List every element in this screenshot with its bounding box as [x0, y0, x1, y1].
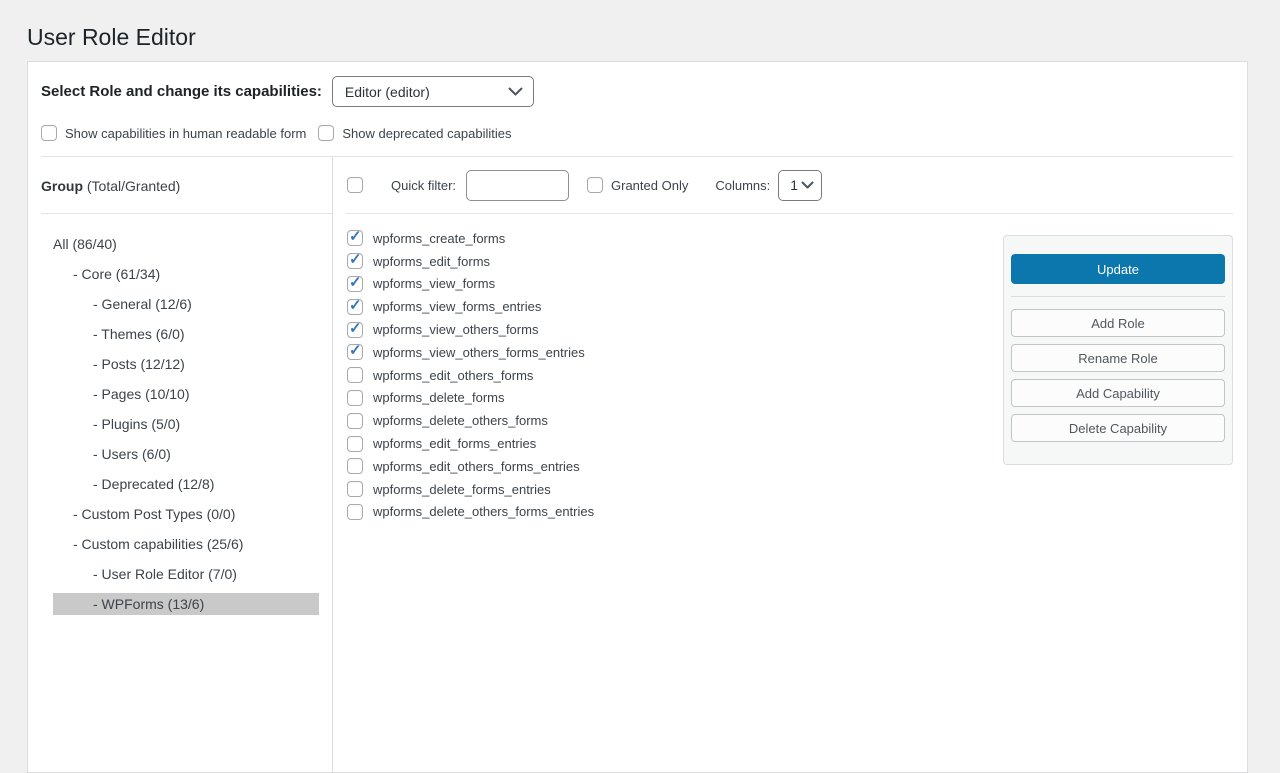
show-deprecated-label[interactable]: Show deprecated capabilities [342, 126, 511, 141]
show-human-readable-checkbox[interactable] [41, 125, 57, 141]
page-title: User Role Editor [0, 0, 1280, 61]
group-tree-item-label: - WPForms (13/6) [93, 596, 204, 612]
capability-checkbox[interactable] [347, 390, 363, 406]
group-tree-item[interactable]: - Core (61/34) [53, 259, 319, 289]
group-tree-item[interactable]: All (86/40) [53, 229, 319, 259]
group-tree-item[interactable]: - General (12/6) [53, 289, 319, 319]
granted-only-label[interactable]: Granted Only [611, 178, 688, 193]
select-role-label: Select Role and change its capabilities: [41, 83, 322, 100]
chevron-down-icon [801, 181, 814, 189]
show-human-readable-label[interactable]: Show capabilities in human readable form [65, 126, 306, 141]
actions-divider [1011, 296, 1225, 297]
columns-label: Columns: [715, 178, 770, 193]
capability-label[interactable]: wpforms_delete_others_forms [373, 413, 548, 428]
group-tree: All (86/40) - Core (61/34) - General (12… [28, 214, 332, 619]
capability-checkbox[interactable] [347, 230, 363, 246]
delete-capability-button[interactable]: Delete Capability [1011, 414, 1225, 442]
role-select-value: Editor (editor) [345, 84, 430, 100]
columns-select[interactable]: 1 [778, 170, 822, 201]
actions-box: Update Add Role Rename Role Add Capabili… [1003, 235, 1233, 465]
group-tree-item-label: - Themes (6/0) [93, 326, 185, 342]
group-tree-item[interactable]: - Custom Post Types (0/0) [53, 499, 319, 529]
show-deprecated-checkbox[interactable] [318, 125, 334, 141]
capability-checkbox[interactable] [347, 367, 363, 383]
group-tree-item-label: - Pages (10/10) [93, 386, 190, 402]
capability-label[interactable]: wpforms_delete_forms [373, 390, 505, 405]
group-tree-item-label: - Plugins (5/0) [93, 416, 180, 432]
role-select[interactable]: Editor (editor) [332, 76, 534, 107]
capability-checkbox[interactable] [347, 322, 363, 338]
group-tree-item[interactable]: - User Role Editor (7/0) [53, 559, 319, 589]
capability-checkbox[interactable] [347, 458, 363, 474]
capability-label[interactable]: wpforms_view_others_forms [373, 322, 538, 337]
capability-label[interactable]: wpforms_edit_forms [373, 254, 490, 269]
group-tree-item-label: - User Role Editor (7/0) [93, 566, 237, 582]
capability-label[interactable]: wpforms_edit_others_forms_entries [373, 459, 580, 474]
capability-checkbox[interactable] [347, 413, 363, 429]
group-tree-item-label: - Deprecated (12/8) [93, 476, 214, 492]
capability-checkbox[interactable] [347, 436, 363, 452]
groups-column: Group (Total/Granted) All (86/40) - Core… [28, 157, 332, 772]
capability-checkbox[interactable] [347, 276, 363, 292]
capabilities-column: Quick filter: Granted Only Columns: 1 wp… [332, 157, 1247, 772]
filter-bar: Quick filter: Granted Only Columns: 1 [333, 157, 1247, 213]
capability-label[interactable]: wpforms_delete_others_forms_entries [373, 504, 594, 519]
add-role-button[interactable]: Add Role [1011, 309, 1225, 337]
group-header: Group (Total/Granted) [28, 157, 332, 213]
capability-label[interactable]: wpforms_view_forms [373, 276, 495, 291]
select-all-checkbox[interactable] [347, 177, 363, 193]
group-tree-item[interactable]: - Deprecated (12/8) [53, 469, 319, 499]
capability-row: wpforms_delete_forms_entries [347, 478, 1247, 501]
group-tree-item-label: - Posts (12/12) [93, 356, 185, 372]
columns-select-value: 1 [790, 177, 798, 193]
capability-label[interactable]: wpforms_view_forms_entries [373, 299, 541, 314]
capability-label[interactable]: wpforms_create_forms [373, 231, 505, 246]
capability-checkbox[interactable] [347, 344, 363, 360]
capability-label[interactable]: wpforms_edit_others_forms [373, 368, 533, 383]
capability-checkbox[interactable] [347, 504, 363, 520]
group-tree-item[interactable]: - Themes (6/0) [53, 319, 319, 349]
group-tree-item[interactable]: - Plugins (5/0) [53, 409, 319, 439]
group-tree-item-label: - Custom capabilities (25/6) [73, 536, 243, 552]
capability-label[interactable]: wpforms_edit_forms_entries [373, 436, 536, 451]
capability-checkbox[interactable] [347, 481, 363, 497]
quick-filter-input[interactable] [466, 170, 569, 201]
add-capability-button[interactable]: Add Capability [1011, 379, 1225, 407]
quick-filter-label: Quick filter: [391, 178, 456, 193]
group-tree-item-label: - Users (6/0) [93, 446, 171, 462]
chevron-down-icon [508, 87, 523, 96]
user-role-editor-panel: Select Role and change its capabilities:… [27, 61, 1248, 773]
group-tree-item-label: - Custom Post Types (0/0) [73, 506, 235, 522]
capability-checkbox[interactable] [347, 299, 363, 315]
capability-label[interactable]: wpforms_delete_forms_entries [373, 482, 551, 497]
group-tree-item[interactable]: - Users (6/0) [53, 439, 319, 469]
capability-label[interactable]: wpforms_view_others_forms_entries [373, 345, 585, 360]
update-button[interactable]: Update [1011, 254, 1225, 284]
capability-checkbox[interactable] [347, 253, 363, 269]
group-tree-item-label: All (86/40) [53, 236, 117, 252]
group-tree-item-label: - General (12/6) [93, 296, 192, 312]
group-tree-item[interactable]: - Pages (10/10) [53, 379, 319, 409]
group-tree-item[interactable]: - Custom capabilities (25/6) [53, 529, 319, 559]
granted-only-checkbox[interactable] [587, 177, 603, 193]
group-tree-item[interactable]: - WPForms (13/6) [53, 589, 319, 619]
panel-top-section: Select Role and change its capabilities:… [28, 62, 1247, 156]
group-tree-item-label: - Core (61/34) [73, 266, 160, 282]
group-tree-item[interactable]: - Posts (12/12) [53, 349, 319, 379]
capability-row: wpforms_delete_others_forms_entries [347, 501, 1247, 524]
rename-role-button[interactable]: Rename Role [1011, 344, 1225, 372]
